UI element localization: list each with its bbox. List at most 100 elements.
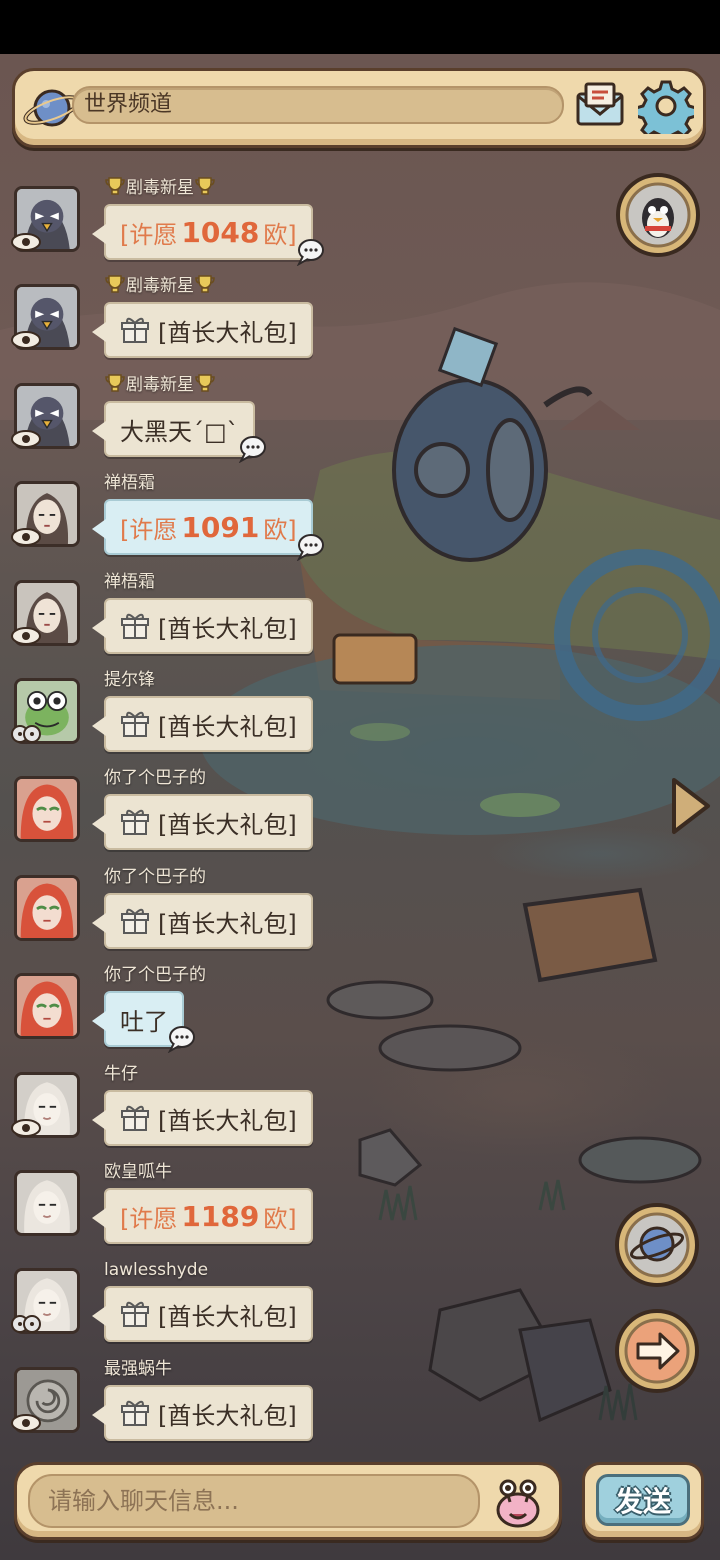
username-text: 你了个巴子的: [104, 965, 206, 985]
chat-bubble-icon: [10, 1314, 42, 1334]
username[interactable]: 你了个巴子的: [104, 766, 206, 790]
message-text: 吐了: [120, 1007, 168, 1036]
chat-message: 禅梧霜 [许愿 1091 欧]: [0, 471, 360, 569]
username-text: 你了个巴子的: [104, 867, 206, 887]
chat-message: 剧毒新星大黑天ˊ□ˋ: [0, 373, 360, 471]
planet-icon[interactable]: [614, 1202, 700, 1288]
username[interactable]: 禅梧霜: [104, 471, 155, 495]
gift-bubble[interactable]: [酋长大礼包]: [92, 1286, 313, 1342]
username-text: 最强蜗牛: [104, 1359, 172, 1379]
gift-icon: [120, 1299, 158, 1329]
avatar[interactable]: [14, 776, 80, 842]
wish-suffix: 欧]: [263, 1204, 297, 1233]
arrow-right-icon[interactable]: [614, 1308, 700, 1394]
wish-bubble[interactable]: [许愿 1189 欧]: [92, 1188, 313, 1244]
chat-message: 剧毒新星 [酋长大礼包]: [0, 274, 360, 372]
gift-bubble[interactable]: [酋长大礼包]: [92, 696, 313, 752]
username[interactable]: 你了个巴子的: [104, 865, 206, 889]
wish-prefix: [许愿: [120, 220, 178, 249]
gift-icon: [120, 315, 158, 345]
username-text: 你了个巴子的: [104, 768, 206, 788]
eye-icon: [10, 330, 42, 350]
message-text: [酋长大礼包]: [158, 318, 297, 347]
avatar[interactable]: [14, 1170, 80, 1236]
username-text: 禅梧霜: [104, 572, 155, 592]
chat-message: 牛仔 [酋长大礼包]: [0, 1062, 360, 1160]
eye-icon: [10, 1413, 42, 1433]
triangle-arrow-icon[interactable]: [668, 776, 712, 836]
chat-message: 最强蜗牛 [酋长大礼包]: [0, 1357, 360, 1455]
username[interactable]: 牛仔: [104, 1062, 138, 1086]
chat-tail-icon: [291, 238, 325, 267]
penguin-icon[interactable]: [615, 172, 701, 258]
username-text: 欧皇呱牛: [104, 1162, 172, 1182]
channel-title: 世界频道: [84, 92, 173, 117]
status-bar: [0, 0, 720, 54]
wish-bubble[interactable]: [许愿 1048 欧]: [92, 204, 313, 260]
gift-icon: [120, 611, 158, 641]
message-text: [酋长大礼包]: [158, 1401, 297, 1430]
chat-input[interactable]: [28, 1474, 480, 1528]
send-button[interactable]: 发送: [596, 1474, 690, 1526]
gift-icon: [120, 709, 158, 739]
trophy-icon: [194, 275, 216, 296]
username[interactable]: 剧毒新星: [104, 373, 216, 397]
chat-tail-icon: [162, 1025, 196, 1054]
username[interactable]: 剧毒新星: [104, 176, 216, 200]
gift-bubble[interactable]: [酋长大礼包]: [92, 598, 313, 654]
chat-message: 欧皇呱牛 [许愿 1189 欧]: [0, 1160, 360, 1258]
gift-bubble[interactable]: [酋长大礼包]: [92, 302, 313, 358]
username[interactable]: 最强蜗牛: [104, 1357, 172, 1381]
chat-message: 禅梧霜 [酋长大礼包]: [0, 570, 360, 668]
message-text: [酋长大礼包]: [158, 810, 297, 839]
trophy-icon: [194, 374, 216, 395]
trophy-icon: [104, 177, 126, 198]
username[interactable]: 禅梧霜: [104, 570, 155, 594]
chat-message: 你了个巴子的吐了: [0, 963, 360, 1061]
wish-prefix: [许愿: [120, 515, 178, 544]
gear-icon[interactable]: [638, 78, 694, 134]
wish-bubble[interactable]: [许愿 1091 欧]: [92, 499, 313, 555]
chat-tail-icon: [291, 533, 325, 562]
snail-emoji-icon[interactable]: [490, 1474, 546, 1530]
eye-icon: [10, 626, 42, 646]
gift-icon: [120, 906, 158, 936]
chat-message: 剧毒新星 [许愿 1048 欧]: [0, 176, 360, 274]
username-text: 牛仔: [104, 1064, 138, 1084]
gift-bubble[interactable]: [酋长大礼包]: [92, 794, 313, 850]
chat-message: 你了个巴子的 [酋长大礼包]: [0, 766, 360, 864]
mail-icon[interactable]: [574, 80, 626, 130]
gift-bubble[interactable]: [酋长大礼包]: [92, 893, 313, 949]
username[interactable]: 欧皇呱牛: [104, 1160, 172, 1184]
wish-number: 1091: [181, 510, 260, 544]
username[interactable]: 剧毒新星: [104, 274, 216, 298]
trophy-icon: [194, 177, 216, 198]
gift-bubble[interactable]: [酋长大礼包]: [92, 1090, 313, 1146]
chat-tail-icon: [233, 435, 267, 464]
message-text: 大黑天ˊ□ˋ: [120, 417, 239, 446]
avatar[interactable]: [14, 875, 80, 941]
wish-number: 1189: [181, 1199, 260, 1233]
trophy-icon: [104, 275, 126, 296]
username-text: 禅梧霜: [104, 473, 155, 493]
eye-icon: [10, 1118, 42, 1138]
username[interactable]: 提尔锋: [104, 668, 155, 692]
username-text: 剧毒新星: [126, 375, 194, 395]
username[interactable]: 你了个巴子的: [104, 963, 206, 987]
wish-prefix: [许愿: [120, 1204, 178, 1233]
eye-icon: [10, 232, 42, 252]
avatar[interactable]: [14, 973, 80, 1039]
gift-bubble[interactable]: [酋长大礼包]: [92, 1385, 313, 1441]
gift-icon: [120, 1398, 158, 1428]
trophy-icon: [104, 374, 126, 395]
eye-icon: [10, 527, 42, 547]
username-text: lawlesshyde: [104, 1260, 209, 1280]
username[interactable]: lawlesshyde: [104, 1258, 208, 1282]
chat-message: lawlesshyde [酋长大礼包]: [0, 1258, 360, 1356]
chat-message: 提尔锋 [酋长大礼包]: [0, 668, 360, 766]
gift-icon: [120, 807, 158, 837]
username-text: 剧毒新星: [126, 276, 194, 296]
chat-message: 你了个巴子的 [酋长大礼包]: [0, 865, 360, 963]
message-text: [酋长大礼包]: [158, 1302, 297, 1331]
wish-number: 1048: [181, 215, 260, 249]
